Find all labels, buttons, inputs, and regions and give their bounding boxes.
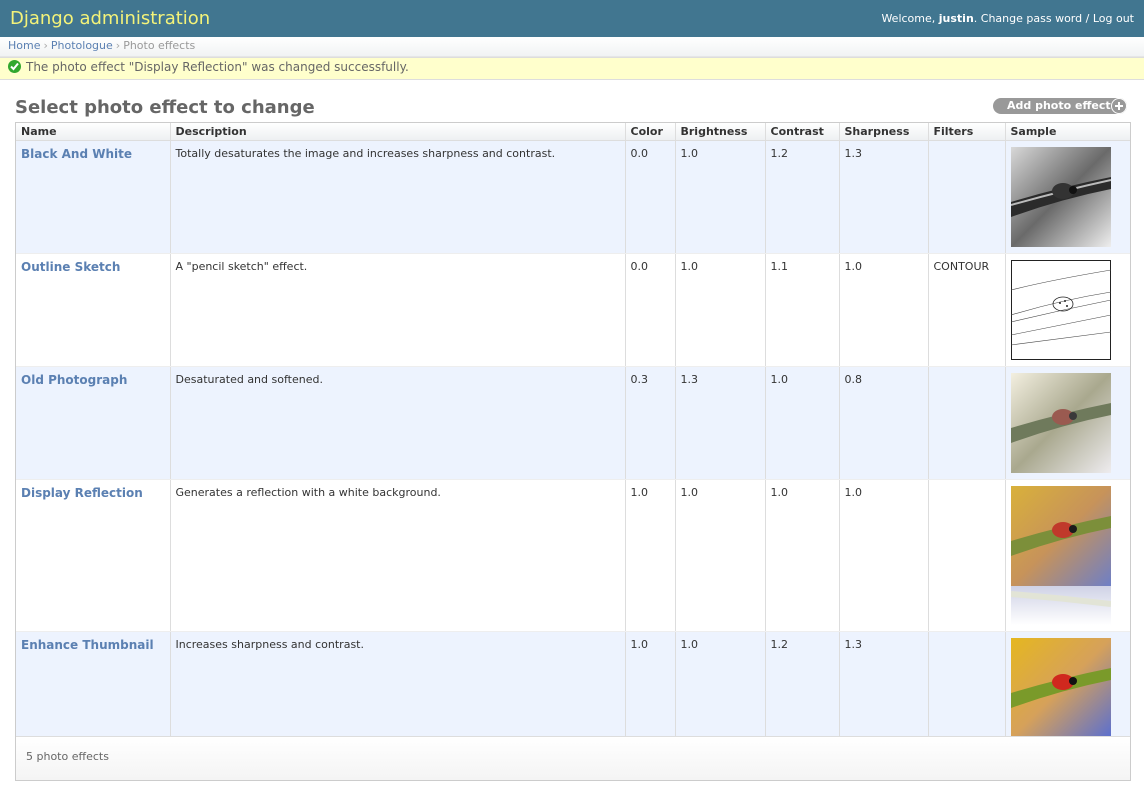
breadcrumb-sep: › xyxy=(43,39,48,52)
effect-link[interactable]: Outline Sketch xyxy=(21,260,120,274)
column-header-contrast[interactable]: Contrast xyxy=(764,123,839,141)
separator: / xyxy=(1082,12,1093,25)
column-header-sharpness[interactable]: Sharpness xyxy=(838,123,928,141)
breadcrumb-sep: › xyxy=(115,39,121,52)
user-tools: Welcome, justin. Change pass word / Log … xyxy=(881,12,1134,25)
table-row: Outline Sketch A "pencil sketch" effect.… xyxy=(16,253,1130,367)
brightness-cell: 1.0 xyxy=(674,253,765,367)
color-cell: 1.0 xyxy=(624,631,675,745)
filters-cell xyxy=(927,479,1005,632)
effect-link[interactable]: Black And White xyxy=(21,147,132,161)
check-icon xyxy=(8,60,21,73)
sharpness-cell: 1.3 xyxy=(838,631,928,745)
description-cell: Desaturated and softened. xyxy=(169,366,625,480)
column-header-description[interactable]: Description xyxy=(169,123,625,141)
paginator: 5 photo effects xyxy=(16,736,1130,780)
column-header-color[interactable]: Color xyxy=(624,123,675,141)
sample-thumbnail[interactable] xyxy=(1010,146,1111,247)
breadcrumb: Home › Photologue › Photo effects xyxy=(0,37,1144,57)
contrast-cell: 1.0 xyxy=(764,366,839,480)
description-cell: Totally desaturates the image and increa… xyxy=(169,140,625,254)
change-password-link[interactable]: Change pass word xyxy=(981,12,1082,25)
filters-cell: CONTOUR xyxy=(927,253,1005,367)
add-photo-effect-button[interactable]: Add photo effect xyxy=(993,98,1127,114)
effect-link[interactable]: Enhance Thumbnail xyxy=(21,638,154,652)
contrast-cell: 1.1 xyxy=(764,253,839,367)
description-cell: Generates a reflection with a white back… xyxy=(169,479,625,632)
table-row: Old Photograph Desaturated and softened.… xyxy=(16,366,1130,480)
effect-link[interactable]: Old Photograph xyxy=(21,373,127,387)
effect-link[interactable]: Display Reflection xyxy=(21,486,143,500)
brightness-cell: 1.0 xyxy=(674,631,765,745)
plus-icon xyxy=(1111,98,1127,114)
column-header-name[interactable]: Name xyxy=(16,123,170,141)
result-count: 5 photo effects xyxy=(26,750,109,763)
sharpness-cell: 1.0 xyxy=(838,253,928,367)
results-table-container: Name Description Color Brightness Contra… xyxy=(15,122,1131,781)
brightness-cell: 1.0 xyxy=(674,140,765,254)
table-row: Enhance Thumbnail Increases sharpness an… xyxy=(16,631,1130,745)
breadcrumb-app[interactable]: Photologue xyxy=(51,39,113,52)
filters-cell xyxy=(927,631,1005,745)
site-brand[interactable]: Django administration xyxy=(10,8,210,29)
contrast-cell: 1.2 xyxy=(764,631,839,745)
color-cell: 1.0 xyxy=(624,479,675,632)
column-header-sample[interactable]: Sample xyxy=(1004,123,1130,141)
breadcrumb-current: Photo effects xyxy=(123,39,196,52)
page-title: Select photo effect to change xyxy=(15,97,315,118)
success-message-text: The photo effect "Display Reflection" wa… xyxy=(26,60,409,74)
header-bar: Django administration Welcome, justin. C… xyxy=(0,0,1144,37)
sharpness-cell: 1.0 xyxy=(838,479,928,632)
sample-thumbnail[interactable] xyxy=(1010,259,1111,360)
results-table: Name Description Color Brightness Contra… xyxy=(16,123,1130,745)
filters-cell xyxy=(927,140,1005,254)
breadcrumb-home[interactable]: Home xyxy=(8,39,40,52)
contrast-cell: 1.0 xyxy=(764,479,839,632)
color-cell: 0.0 xyxy=(624,253,675,367)
table-row: Black And White Totally desaturates the … xyxy=(16,140,1130,254)
sharpness-cell: 1.3 xyxy=(838,140,928,254)
table-row: Display Reflection Generates a reflectio… xyxy=(16,479,1130,632)
success-message: The photo effect "Display Reflection" wa… xyxy=(0,57,1144,80)
brightness-cell: 1.3 xyxy=(674,366,765,480)
description-cell: Increases sharpness and contrast. xyxy=(169,631,625,745)
filters-cell xyxy=(927,366,1005,480)
username: justin xyxy=(938,12,974,25)
add-photo-effect-label: Add photo effect xyxy=(1007,99,1111,112)
description-cell: A "pencil sketch" effect. xyxy=(169,253,625,367)
sharpness-cell: 0.8 xyxy=(838,366,928,480)
sample-thumbnail[interactable] xyxy=(1010,372,1111,473)
welcome-text: Welcome, xyxy=(881,12,939,25)
sample-thumbnail[interactable] xyxy=(1010,485,1111,625)
sample-thumbnail[interactable] xyxy=(1010,637,1111,738)
color-cell: 0.0 xyxy=(624,140,675,254)
table-header-row: Name Description Color Brightness Contra… xyxy=(16,123,1130,141)
color-cell: 0.3 xyxy=(624,366,675,480)
column-header-filters[interactable]: Filters xyxy=(927,123,1005,141)
logout-link[interactable]: Log out xyxy=(1093,12,1134,25)
column-header-brightness[interactable]: Brightness xyxy=(674,123,765,141)
contrast-cell: 1.2 xyxy=(764,140,839,254)
brightness-cell: 1.0 xyxy=(674,479,765,632)
